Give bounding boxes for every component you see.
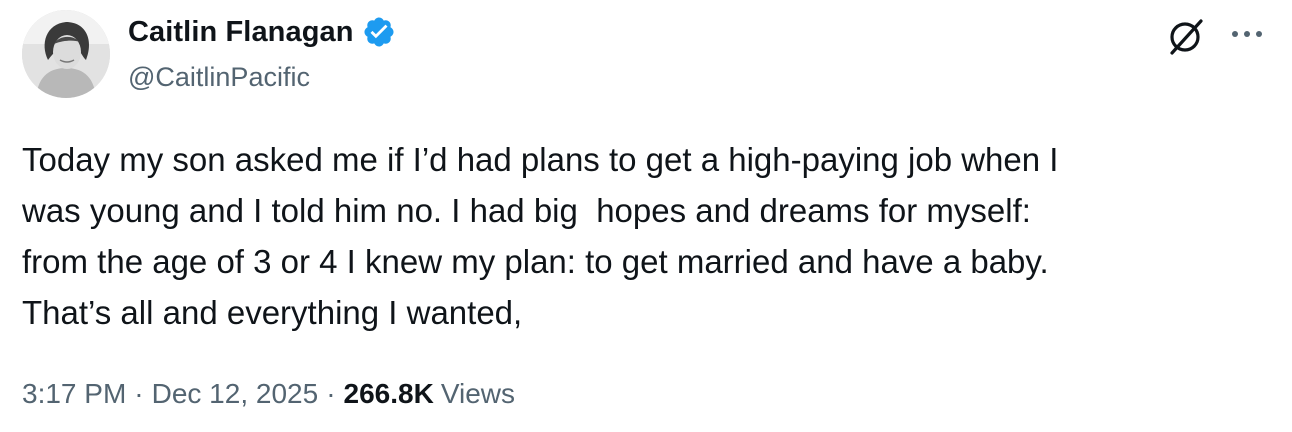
meta-separator: ·	[134, 378, 144, 409]
author-display-name[interactable]: Caitlin Flanagan	[128, 16, 354, 49]
views-count[interactable]: 266.8K	[344, 378, 434, 410]
name-row: Caitlin Flanagan	[128, 12, 396, 52]
avatar[interactable]	[22, 10, 110, 98]
verified-badge-icon[interactable]	[362, 15, 396, 49]
avatar-image	[22, 10, 110, 98]
author-header: Caitlin Flanagan @CaitlinPacific	[128, 12, 396, 93]
tweet-time[interactable]: 3:17 PM	[22, 378, 126, 410]
tweet-date[interactable]: Dec 12, 2025	[152, 378, 319, 410]
more-icon[interactable]	[1228, 24, 1268, 44]
tweet-meta: 3:17 PM · Dec 12, 2025 · 266.8K Views	[22, 378, 515, 410]
views-label[interactable]: Views	[441, 378, 515, 410]
author-handle[interactable]: @CaitlinPacific	[128, 62, 396, 93]
grok-icon[interactable]	[1164, 16, 1208, 56]
meta-separator: ·	[326, 378, 336, 409]
tweet-text: Today my son asked me if I’d had plans t…	[22, 141, 1059, 331]
